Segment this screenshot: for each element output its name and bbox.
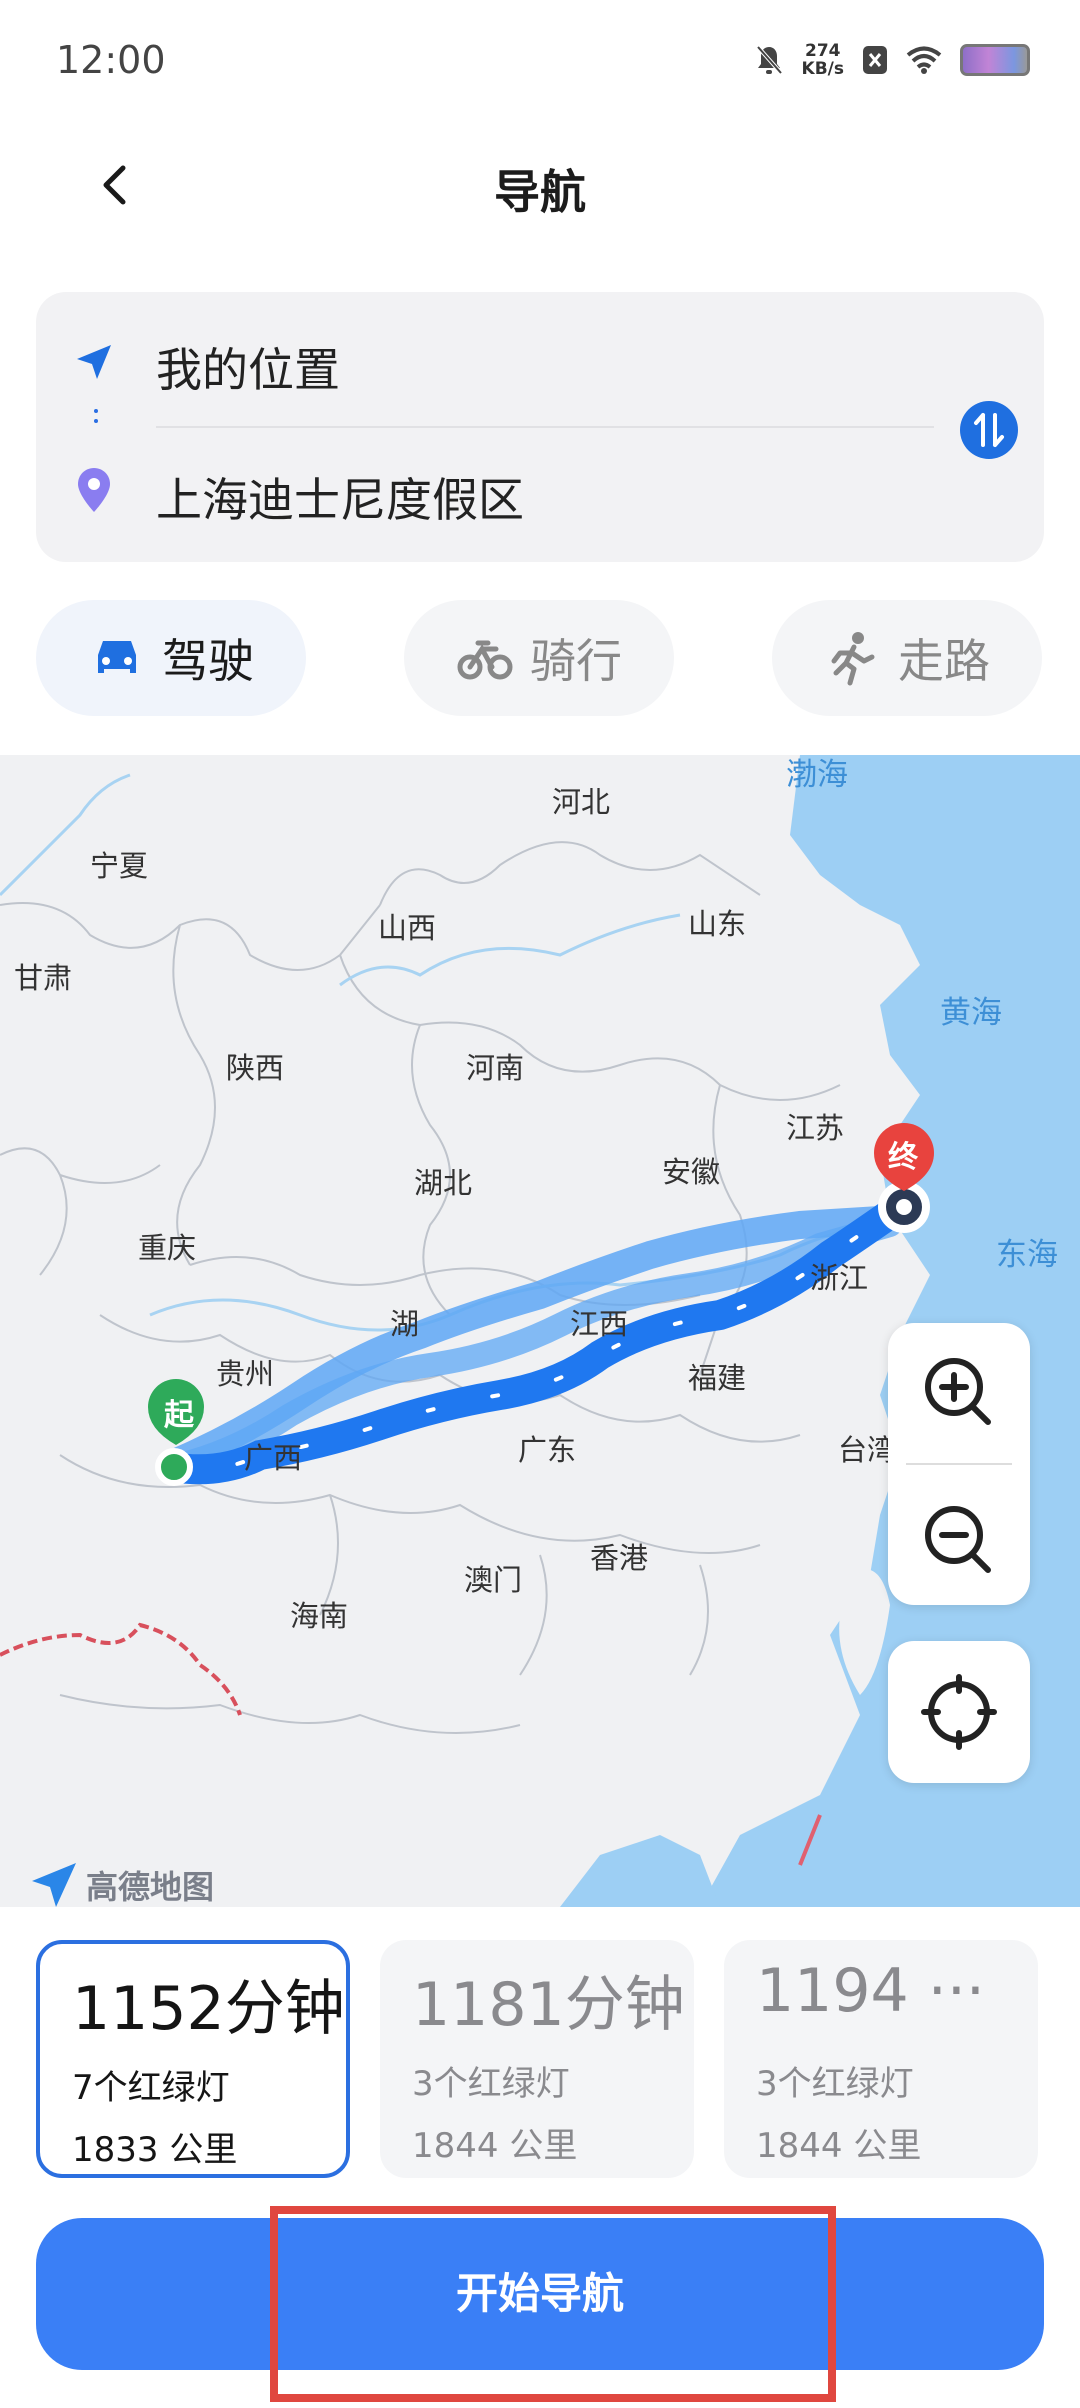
locate-button[interactable] [888, 1641, 1030, 1783]
route-option-2[interactable]: 1181分钟 3个红绿灯 1844 公里 [380, 1940, 694, 2178]
amap-logo-text: 高德地图 [86, 1868, 215, 1906]
map-label-anhui: 安徽 [662, 1155, 721, 1189]
route-option-1[interactable]: 1152分钟 7个红绿灯 1833 公里 [36, 1940, 350, 2178]
route-distance: 1844 公里 [412, 2126, 578, 2166]
status-time: 12:00 [56, 38, 166, 82]
map-label-hebei: 河北 [552, 785, 611, 819]
swap-icon [974, 413, 1004, 447]
map-label-jiangxi: 江西 [570, 1307, 629, 1341]
end-marker-label: 终 [888, 1140, 918, 1175]
destination-field[interactable]: 上海迪士尼度假区 [156, 464, 524, 530]
map-label-huanghai: 黄海 [940, 995, 1002, 1031]
zoom-controls [888, 1323, 1030, 1605]
map-view[interactable]: 起 终 渤海 河北 宁夏 山西 山东 甘肃 黄海 陕西 河南 江苏 安徽 湖北 … [0, 755, 1080, 1907]
mode-drive-label: 驾驶 [162, 634, 254, 688]
map-label-fujian: 福建 [688, 1361, 747, 1395]
map-label-guizhou: 贵州 [216, 1357, 275, 1391]
route-distance: 1844 公里 [756, 2126, 922, 2166]
zoom-in-button[interactable] [888, 1323, 1030, 1463]
crosshair-icon [921, 1674, 997, 1750]
battery-icon [960, 44, 1030, 76]
mode-drive-tab[interactable]: 驾驶 [36, 600, 306, 716]
page-title: 导航 [494, 165, 586, 219]
map-label-guangdong: 广东 [518, 1433, 577, 1467]
map-label-hubei: 湖北 [414, 1166, 473, 1200]
route-divider [156, 426, 934, 428]
amap-logo: 高德地图 [28, 1859, 214, 1907]
map-label-henan: 河南 [466, 1051, 525, 1085]
map-label-bohai: 渤海 [786, 757, 848, 793]
zoom-in-icon [925, 1358, 991, 1425]
bell-muted-icon [756, 45, 783, 75]
route-lights: 7个红绿灯 [72, 2068, 230, 2108]
location-arrow-icon [77, 345, 111, 379]
mode-bike-label: 骑行 [530, 634, 622, 688]
amap-logo-icon [32, 1863, 76, 1907]
start-marker-label: 起 [164, 1398, 194, 1433]
map-label-jiangsu: 江苏 [786, 1111, 845, 1145]
wifi-icon [906, 46, 942, 74]
route-options: 1152分钟 7个红绿灯 1833 公里 1181分钟 3个红绿灯 1844 公… [0, 1940, 1080, 2190]
top-bar: 导航 [0, 130, 1080, 240]
route-input-card: 我的位置 上海迪士尼度假区 [36, 292, 1044, 562]
map-label-hainan: 海南 [290, 1599, 349, 1633]
map-label-gansu: 甘肃 [14, 961, 73, 995]
route-lights: 3个红绿灯 [756, 2064, 914, 2104]
swap-button[interactable] [960, 401, 1018, 459]
map-label-shaanxi: 陕西 [226, 1051, 285, 1085]
map-label-zhejiang: 浙江 [810, 1261, 869, 1295]
network-speed-unit: KB/s [801, 59, 844, 79]
map-label-ningxia: 宁夏 [90, 849, 149, 883]
mode-walk-tab[interactable]: 走路 [772, 600, 1042, 716]
mode-bike-tab[interactable]: 骑行 [404, 600, 674, 716]
destination-pin-icon [78, 468, 110, 512]
map-label-shanxi: 山西 [378, 911, 437, 945]
route-dots [94, 409, 98, 429]
walk-icon [831, 632, 875, 686]
origin-field[interactable]: 我的位置 [156, 334, 340, 400]
route-distance: 1833 公里 [72, 2130, 238, 2170]
status-icons: 274 KB/s [754, 42, 1030, 78]
route-time: 1194 ··· [756, 1956, 985, 2026]
network-speed-value: 274 [805, 41, 841, 61]
highlight-box [270, 2206, 836, 2402]
map-label-donghai: 东海 [996, 1237, 1058, 1273]
map-label-aomen: 澳门 [464, 1563, 523, 1597]
route-lights: 3个红绿灯 [412, 2064, 570, 2104]
map-label-xianggang: 香港 [590, 1541, 649, 1575]
sim-off-icon [863, 46, 887, 74]
map-label-chongqing: 重庆 [138, 1231, 197, 1265]
network-speed: 274 KB/s [802, 42, 844, 78]
route-time: 1152分钟 [72, 1974, 345, 2044]
map-label-hunan: 湖 [390, 1307, 420, 1341]
map-label-shandong: 山东 [688, 907, 747, 941]
route-option-3[interactable]: 1194 ··· 3个红绿灯 1844 公里 [724, 1940, 1038, 2178]
mode-walk-label: 走路 [898, 634, 990, 688]
car-icon [98, 641, 136, 673]
route-time: 1181分钟 [412, 1970, 685, 2040]
bike-icon [457, 640, 513, 680]
status-bar: 12:00 274 KB/s [0, 0, 1080, 130]
map-label-guangxi: 广西 [244, 1441, 303, 1475]
zoom-out-icon [925, 1506, 991, 1573]
zoom-out-button[interactable] [888, 1465, 1030, 1605]
